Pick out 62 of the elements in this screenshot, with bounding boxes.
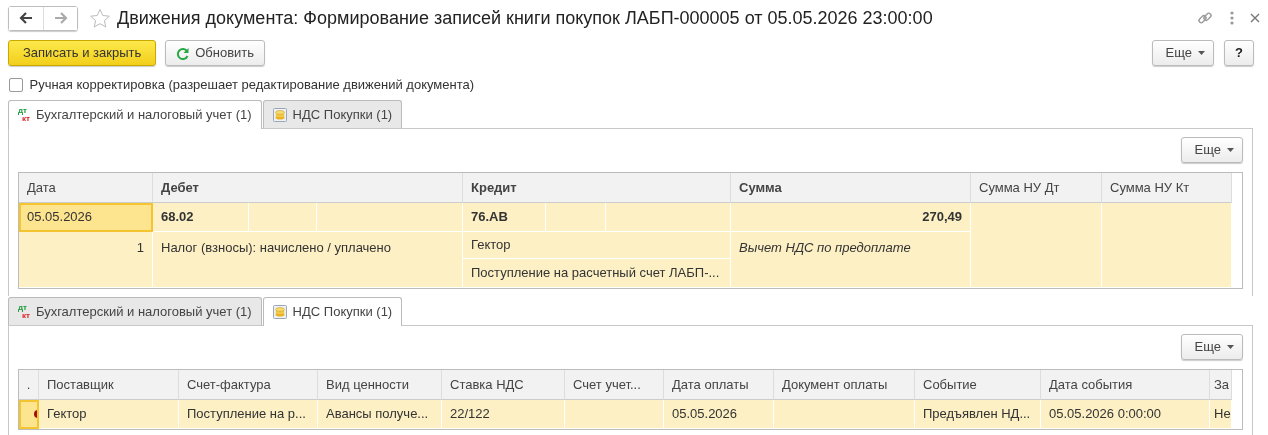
column-header[interactable]: Документ оплаты xyxy=(774,370,915,400)
forward-arrow-icon xyxy=(53,12,68,24)
table-cell: Налог (взносы): начислено / уплачено xyxy=(153,232,463,288)
table-cell: 270,49 xyxy=(731,203,971,232)
table-cell: Не xyxy=(1210,400,1232,429)
more-button[interactable]: Еще xyxy=(1180,137,1243,163)
debit-credit-icon: дт кт xyxy=(18,107,30,123)
save-and-close-button[interactable]: Записать и закрыть xyxy=(8,40,157,66)
column-header[interactable]: Дата оплаты xyxy=(664,370,774,400)
column-header[interactable]: Счет учет... xyxy=(565,370,664,400)
coins-icon xyxy=(272,107,287,122)
caret-icon xyxy=(1198,51,1206,55)
checkbox-label: Ручная корректировка (разрешает редактирование движений документа) xyxy=(29,76,475,95)
column-header[interactable]: . xyxy=(19,370,39,400)
table-cell: Авансы получе... xyxy=(318,400,442,429)
column-header[interactable]: Дата события xyxy=(1041,370,1210,400)
debit-credit-icon: дт кт xyxy=(18,303,30,320)
table-cell: Гектор xyxy=(463,232,731,259)
column-header[interactable]: Сумма НУ Кт xyxy=(1102,173,1232,203)
table-cell: 05.05.2026 xyxy=(19,203,153,232)
table-cell: Предъявлен НД... xyxy=(915,400,1041,429)
more-button[interactable]: Еще xyxy=(1151,40,1215,66)
table-cell xyxy=(546,203,606,232)
link-icon[interactable] xyxy=(1197,10,1213,26)
table-cell: 1 xyxy=(19,232,153,288)
caret-icon xyxy=(1227,148,1234,152)
more-button[interactable]: Еще xyxy=(1180,334,1243,360)
close-icon[interactable] xyxy=(1250,13,1260,23)
column-header[interactable]: Сумма xyxy=(731,173,971,203)
table-cell xyxy=(249,203,317,232)
column-header[interactable]: Дата xyxy=(19,173,153,203)
more-options-icon[interactable] xyxy=(1229,11,1234,25)
star-icon[interactable] xyxy=(88,7,111,29)
table-cell: 76.АВ xyxy=(463,203,546,232)
tab[interactable]: НДС Покупки (1) xyxy=(262,297,403,326)
checkbox[interactable] xyxy=(9,78,23,92)
column-header[interactable]: Дебет xyxy=(153,173,463,203)
coins-icon xyxy=(272,305,287,319)
help-button[interactable]: ? xyxy=(1224,40,1254,66)
table-cell: Поступление на р... xyxy=(179,400,318,429)
column-header[interactable]: Вид ценности xyxy=(318,370,442,400)
refresh-icon xyxy=(176,46,190,60)
column-header[interactable]: Ставка НДС xyxy=(442,370,565,400)
column-header[interactable]: Счет-фактура xyxy=(179,370,318,400)
table-cell: Гектор xyxy=(39,400,179,429)
window-title: Движения документа: Формирование записей книги покупок ЛАБП-000005 от 05.05.2026 23:00:00 xyxy=(117,6,933,30)
column-header[interactable]: Кредит xyxy=(463,173,731,203)
table-cell: Поступление на расчетный счет ЛАБП-... xyxy=(463,259,731,288)
table-cell: Вычет НДС по предоплате xyxy=(731,232,971,288)
table-cell: 22/122 xyxy=(442,400,565,429)
refresh-button[interactable]: Обновить xyxy=(165,40,266,66)
back-button[interactable] xyxy=(9,6,43,30)
tab[interactable]: НДС Покупки (1) xyxy=(262,100,403,128)
column-header[interactable]: Сумма НУ Дт xyxy=(971,173,1102,203)
column-header[interactable]: За xyxy=(1210,370,1232,400)
table-cell: 05.05.2026 0:00:00 xyxy=(1041,400,1210,429)
column-header[interactable]: Поставщик xyxy=(39,370,179,400)
table-cell: 05.05.2026 xyxy=(664,400,774,429)
table-cell: 68.02 xyxy=(153,203,249,232)
column-header[interactable]: Событие xyxy=(915,370,1041,400)
caret-icon xyxy=(1227,345,1234,349)
back-arrow-icon xyxy=(19,12,33,24)
